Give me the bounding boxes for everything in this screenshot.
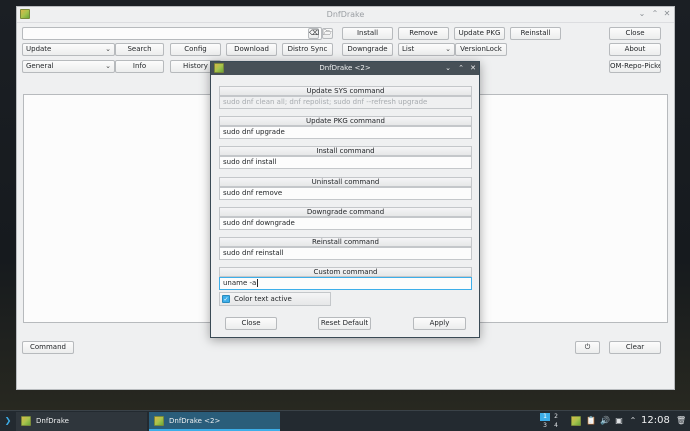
- color-text-label: Color text active: [234, 295, 292, 303]
- om-repo-picker-button[interactable]: OM-Repo-Picker: [609, 60, 661, 73]
- clear-button[interactable]: Clear: [609, 341, 661, 354]
- clear-input-icon[interactable]: ⌫: [308, 28, 319, 39]
- minimize-icon[interactable]: ⌄: [637, 9, 647, 19]
- power-button[interactable]: ⏻: [575, 341, 600, 354]
- chevron-down-icon: ⌄: [105, 62, 111, 70]
- command-button[interactable]: Command: [22, 341, 74, 354]
- update-pkg-label: Update PKG command: [219, 116, 472, 126]
- minimize-icon[interactable]: ⌄: [443, 63, 453, 73]
- distro-sync-button[interactable]: Distro Sync: [282, 43, 333, 56]
- virtual-desktop-pager[interactable]: 1 2 3 4: [540, 413, 562, 430]
- action-combo[interactable]: Update ⌄: [22, 43, 115, 56]
- search-button[interactable]: Search: [115, 43, 164, 56]
- text-caret: [257, 279, 259, 287]
- downgrade-field[interactable]: sudo dnf downgrade: [219, 217, 472, 230]
- uninstall-label: Uninstall command: [219, 177, 472, 187]
- desktop-1[interactable]: 1: [540, 413, 550, 421]
- task-dnfdrake[interactable]: DnfDrake: [16, 412, 147, 431]
- display-icon[interactable]: ▣: [614, 416, 624, 426]
- update-sys-field: sudo dnf clean all; dnf repolist; sudo d…: [219, 96, 472, 109]
- dialog-close-button[interactable]: Close: [225, 317, 277, 330]
- downgrade-label: Downgrade command: [219, 207, 472, 217]
- reset-default-button[interactable]: Reset Default: [318, 317, 371, 330]
- install-button[interactable]: Install: [342, 27, 393, 40]
- install-field[interactable]: sudo dnf install: [219, 156, 472, 169]
- config-button[interactable]: Config: [170, 43, 221, 56]
- clipboard-icon[interactable]: 📋: [586, 416, 596, 426]
- close-window-icon[interactable]: ✕: [662, 9, 672, 19]
- info-button[interactable]: Info: [115, 60, 164, 73]
- command-settings-dialog: DnfDrake <2> ⌄ ⌃ ✕ Update SYS command su…: [210, 61, 480, 338]
- about-button[interactable]: About: [609, 43, 661, 56]
- versionlock-button[interactable]: VersionLock: [455, 43, 507, 56]
- chevron-down-icon: ⌄: [105, 45, 111, 53]
- update-pkg-field[interactable]: sudo dnf upgrade: [219, 126, 472, 139]
- task-dnfdrake-2[interactable]: DnfDrake <2>: [149, 412, 280, 431]
- category-combo[interactable]: General ⌄: [22, 60, 115, 73]
- task-label: DnfDrake <2>: [169, 417, 221, 425]
- download-button[interactable]: Download: [226, 43, 277, 56]
- update-sys-label: Update SYS command: [219, 86, 472, 96]
- custom-label: Custom command: [219, 267, 472, 277]
- dnfdrake-app-icon: [154, 416, 164, 426]
- volume-icon[interactable]: 🔊: [600, 416, 610, 426]
- folder-icon[interactable]: 🗁: [322, 28, 333, 39]
- desktop-4[interactable]: 4: [551, 422, 561, 430]
- dnfdrake-app-icon: [21, 416, 31, 426]
- downgrade-button[interactable]: Downgrade: [342, 43, 393, 56]
- list-combo-value: List: [402, 45, 415, 53]
- update-pkg-button[interactable]: Update PKG: [454, 27, 505, 40]
- maximize-icon[interactable]: ⌃: [650, 9, 660, 19]
- desktop-3[interactable]: 3: [540, 422, 550, 430]
- custom-field[interactable]: uname -a: [219, 277, 472, 290]
- reinstall-field[interactable]: sudo dnf reinstall: [219, 247, 472, 260]
- trash-icon[interactable]: 🗑: [676, 416, 686, 426]
- install-label: Install command: [219, 146, 472, 156]
- expand-tray-icon[interactable]: ⌃: [628, 416, 638, 426]
- clock[interactable]: 12:08: [641, 415, 670, 426]
- app-launcher-icon[interactable]: ❯: [3, 416, 13, 426]
- uninstall-field[interactable]: sudo dnf remove: [219, 187, 472, 200]
- checkbox-checked-icon[interactable]: ✓: [222, 295, 230, 303]
- close-button[interactable]: Close: [609, 27, 661, 40]
- dialog-titlebar[interactable]: DnfDrake <2> ⌄ ⌃ ✕: [211, 62, 479, 75]
- reinstall-label: Reinstall command: [219, 237, 472, 247]
- close-window-icon[interactable]: ✕: [468, 63, 478, 73]
- maximize-icon[interactable]: ⌃: [456, 63, 466, 73]
- reinstall-button[interactable]: Reinstall: [510, 27, 561, 40]
- apply-button[interactable]: Apply: [413, 317, 466, 330]
- chevron-down-icon: ⌄: [445, 45, 451, 53]
- category-combo-value: General: [26, 62, 54, 70]
- dnfdrake-tray-icon[interactable]: [571, 416, 581, 426]
- color-text-checkbox-row[interactable]: ✓ Color text active: [219, 292, 331, 306]
- main-titlebar[interactable]: DnfDrake ⌄ ⌃ ✕: [17, 7, 674, 23]
- action-combo-value: Update: [26, 45, 52, 53]
- main-window-title: DnfDrake: [326, 10, 365, 19]
- task-label: DnfDrake: [36, 417, 69, 425]
- desktop-2[interactable]: 2: [551, 413, 561, 421]
- list-combo[interactable]: List ⌄: [398, 43, 455, 56]
- taskbar: ❯ DnfDrake DnfDrake <2> 1 2 3 4 📋 🔊 ▣ ⌃ …: [0, 410, 690, 431]
- custom-field-value: uname -a: [223, 279, 257, 287]
- dialog-title: DnfDrake <2>: [319, 64, 371, 72]
- search-input[interactable]: [22, 27, 322, 40]
- power-icon: ⏻: [584, 343, 591, 351]
- remove-button[interactable]: Remove: [398, 27, 449, 40]
